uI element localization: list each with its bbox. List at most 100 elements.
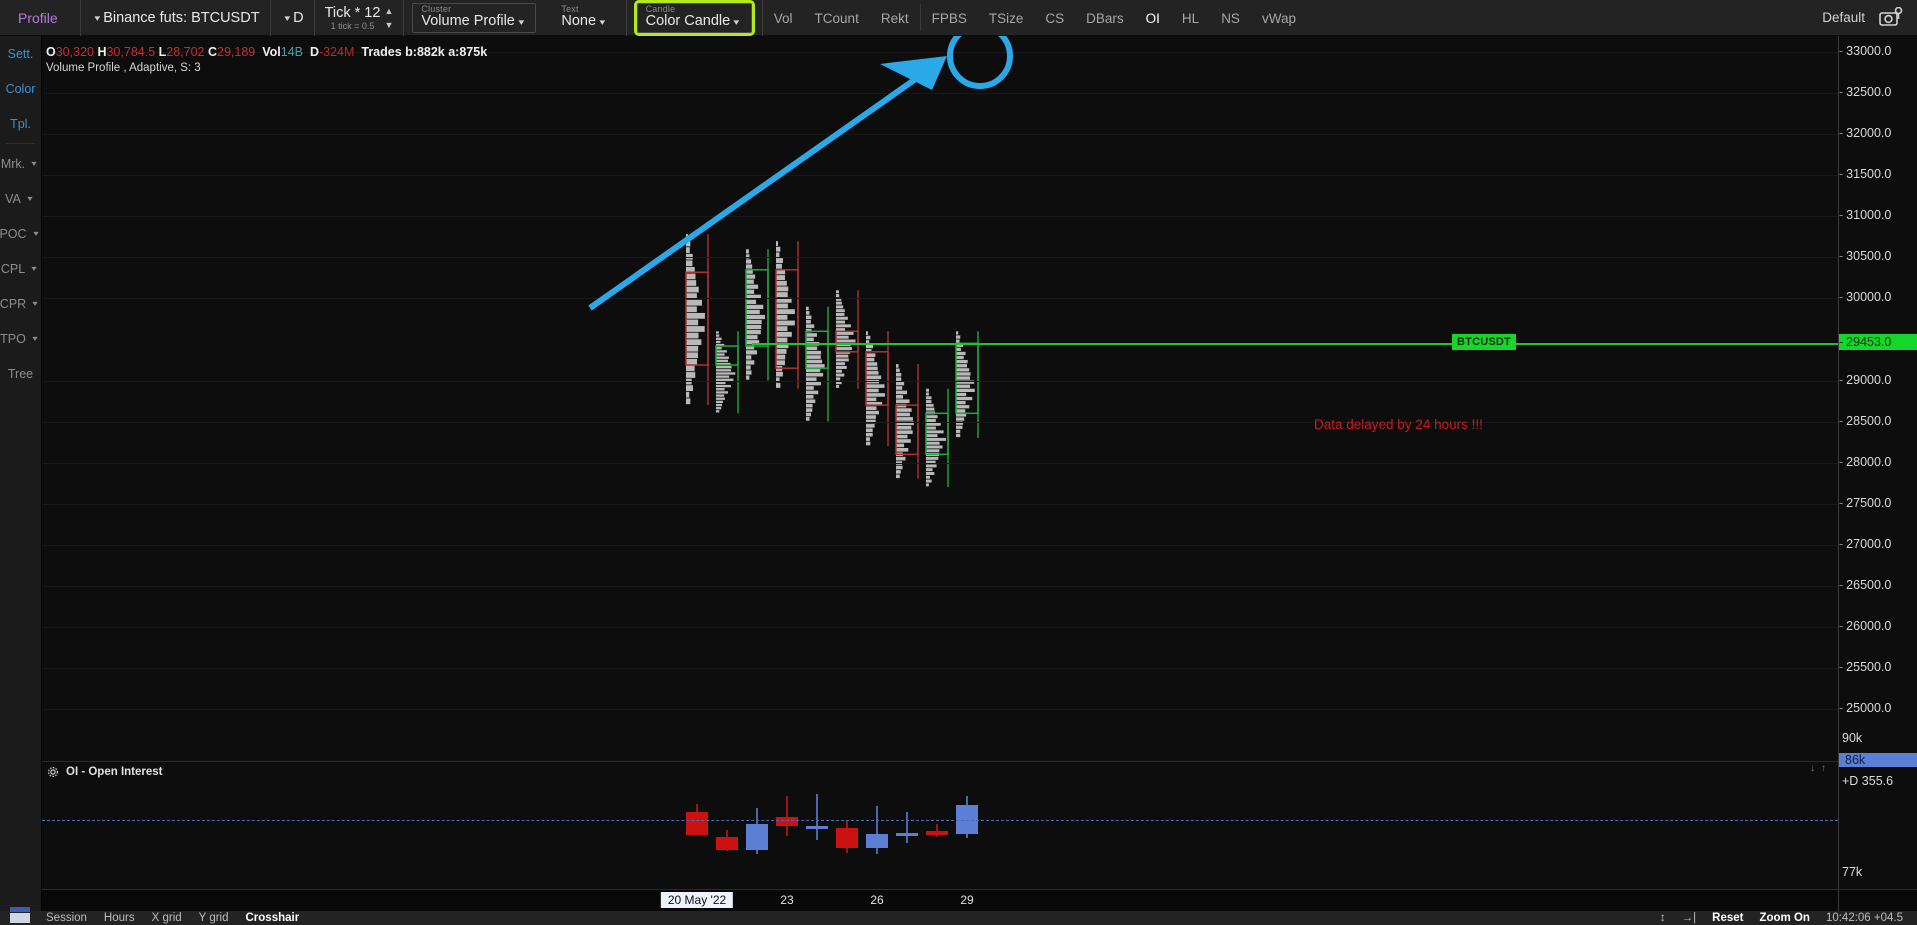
indicator-tsize[interactable]: TSize bbox=[978, 0, 1035, 36]
candle bbox=[715, 331, 739, 414]
indicator-fpbs[interactable]: FPBS bbox=[921, 0, 978, 36]
delta-label: D bbox=[309, 45, 319, 59]
indicator-tcount[interactable]: TCount bbox=[804, 0, 870, 36]
date-tick: 29 bbox=[960, 893, 974, 907]
oi-pane-header[interactable]: OI - Open Interest bbox=[42, 762, 163, 782]
oi-pane-controls[interactable]: ↓↑ bbox=[1810, 763, 1832, 774]
volume-profile-row bbox=[866, 371, 879, 375]
volume-profile-row bbox=[686, 240, 691, 247]
gear-icon[interactable] bbox=[47, 766, 59, 778]
price-pane[interactable]: O30,320 H30,784.5 L28,702 C29,189 Vol14B… bbox=[42, 36, 1838, 761]
sidebar-item-cpr[interactable]: CPR ▾ bbox=[0, 286, 41, 321]
volume-profile-row bbox=[806, 372, 824, 377]
price-tick: -26000.0 bbox=[1839, 618, 1892, 633]
chart-container[interactable]: O30,320 H30,784.5 L28,702 C29,189 Vol14B… bbox=[42, 36, 1838, 925]
volume-profile-row bbox=[836, 320, 846, 324]
camera-icon[interactable] bbox=[1879, 6, 1903, 29]
sidebar-item-template[interactable]: Tpl. bbox=[0, 106, 41, 141]
chevron-down-icon: ▾ bbox=[283, 12, 290, 23]
volume-profile-row bbox=[776, 360, 785, 366]
indicator-cs[interactable]: CS bbox=[1034, 0, 1075, 36]
status-session[interactable]: Session bbox=[46, 912, 87, 924]
volume-profile-row bbox=[746, 304, 764, 310]
indicator-vwap[interactable]: vWap bbox=[1251, 0, 1307, 36]
chevron-down-icon: ▾ bbox=[518, 17, 525, 27]
stepper-down-icon[interactable]: ▼ bbox=[384, 20, 393, 30]
volume-profile-row bbox=[716, 337, 722, 340]
indicator-rekt[interactable]: Rekt bbox=[870, 0, 920, 36]
oi-axis-top: 90k bbox=[1842, 731, 1863, 745]
volume-profile-row bbox=[896, 456, 906, 461]
volume-profile-row bbox=[746, 355, 752, 360]
status-zoom[interactable]: Zoom On bbox=[1759, 912, 1809, 924]
oi-level-line bbox=[42, 820, 1838, 821]
open-label: O bbox=[46, 45, 56, 59]
sidebar-item-marker[interactable]: Mrk. ▾ bbox=[0, 146, 41, 181]
tick-selector[interactable]: Tick * 12 1 tick = 0.5 ▲ ▼ bbox=[315, 0, 405, 36]
date-tick: 20 May '22 bbox=[660, 892, 734, 908]
symbol-selector[interactable]: ▾ Binance futs: BTCUSDT bbox=[81, 0, 271, 36]
oi-candle bbox=[836, 821, 858, 853]
volume-profile-row bbox=[896, 448, 909, 452]
indicator-hl[interactable]: HL bbox=[1171, 0, 1210, 36]
profile-menu[interactable]: Profile bbox=[0, 0, 81, 36]
volume-profile-row bbox=[806, 390, 819, 395]
volume-profile-row bbox=[746, 365, 751, 370]
volume-profile-row bbox=[686, 352, 698, 359]
tick-stepper[interactable]: ▲ ▼ bbox=[384, 6, 393, 30]
volume-profile-row bbox=[746, 335, 758, 340]
volume-profile-row bbox=[776, 354, 786, 360]
volume-profile-row bbox=[746, 350, 757, 355]
volume-profile-row bbox=[866, 388, 879, 393]
indicator-vol[interactable]: Vol bbox=[763, 0, 804, 36]
volume-profile-row bbox=[866, 384, 885, 388]
indicator-ns[interactable]: NS bbox=[1210, 0, 1251, 36]
indicator-dbars[interactable]: DBars bbox=[1075, 0, 1135, 36]
sidebar-item-poc[interactable]: POC ▾ bbox=[0, 216, 41, 251]
close-label: C bbox=[208, 45, 218, 59]
preset-label[interactable]: Default bbox=[1822, 10, 1865, 25]
volume-profile-row bbox=[866, 441, 871, 446]
volume-profile-row bbox=[896, 372, 902, 377]
volume-profile-row bbox=[776, 303, 788, 309]
stepper-up-icon[interactable]: ▲ bbox=[384, 6, 393, 16]
status-ygrid[interactable]: Y grid bbox=[199, 912, 229, 924]
snap-right-icon[interactable]: →| bbox=[1682, 912, 1697, 924]
volume-profile-row bbox=[956, 359, 968, 364]
oi-axis[interactable]: 90k 86k +D 355.6 77k bbox=[1838, 725, 1917, 889]
volume-profile-row bbox=[926, 475, 930, 479]
timeframe-selector[interactable]: ▾ D bbox=[271, 0, 315, 36]
volume-profile-row bbox=[716, 384, 731, 388]
volume-profile-row bbox=[776, 326, 788, 332]
volume-profile-row bbox=[686, 391, 690, 398]
volume-profile-row bbox=[956, 425, 963, 429]
volume-profile-row bbox=[806, 333, 817, 337]
text-dropdown[interactable]: Text None ▾ bbox=[552, 3, 617, 33]
sidebar-item-tree[interactable]: Tree bbox=[0, 356, 41, 391]
sidebar-item-settings[interactable]: Sett. bbox=[0, 36, 41, 71]
volume-profile-row bbox=[686, 358, 698, 365]
volume-profile-row bbox=[716, 369, 732, 372]
volume-profile-row bbox=[686, 332, 699, 339]
vertical-resize-icon[interactable]: ↕ bbox=[1660, 912, 1666, 924]
cluster-dropdown[interactable]: Cluster Volume Profile ▾ bbox=[412, 3, 537, 33]
vol-label: Vol bbox=[262, 45, 281, 59]
sidebar-item-tpo[interactable]: TPO ▾ bbox=[0, 321, 41, 356]
status-crosshair[interactable]: Crosshair bbox=[246, 912, 300, 924]
sidebar-item-cpl[interactable]: CPL ▾ bbox=[0, 251, 41, 286]
indicator-oi[interactable]: OI bbox=[1135, 0, 1171, 36]
volume-profile-row bbox=[836, 316, 848, 320]
status-xgrid[interactable]: X grid bbox=[152, 912, 182, 924]
price-axis[interactable]: -33000.0 -32500.0 -32000.0 -31500.0 -31000.0… bbox=[1838, 36, 1917, 725]
candle-dropdown[interactable]: Candle Color Candle ▾ bbox=[633, 0, 755, 36]
app-window-icon[interactable] bbox=[8, 905, 34, 925]
date-axis[interactable]: 20 May '22 23 26 29 bbox=[42, 889, 1838, 911]
volume-profile-row bbox=[686, 273, 696, 280]
status-reset[interactable]: Reset bbox=[1712, 912, 1743, 924]
sidebar-item-va[interactable]: VA ▾ bbox=[0, 181, 41, 216]
volume-profile-row bbox=[776, 371, 783, 377]
volume-profile-row bbox=[896, 434, 908, 439]
sidebar-item-color[interactable]: Color bbox=[0, 71, 41, 106]
status-hours[interactable]: Hours bbox=[104, 912, 135, 924]
gridline bbox=[42, 257, 1838, 258]
